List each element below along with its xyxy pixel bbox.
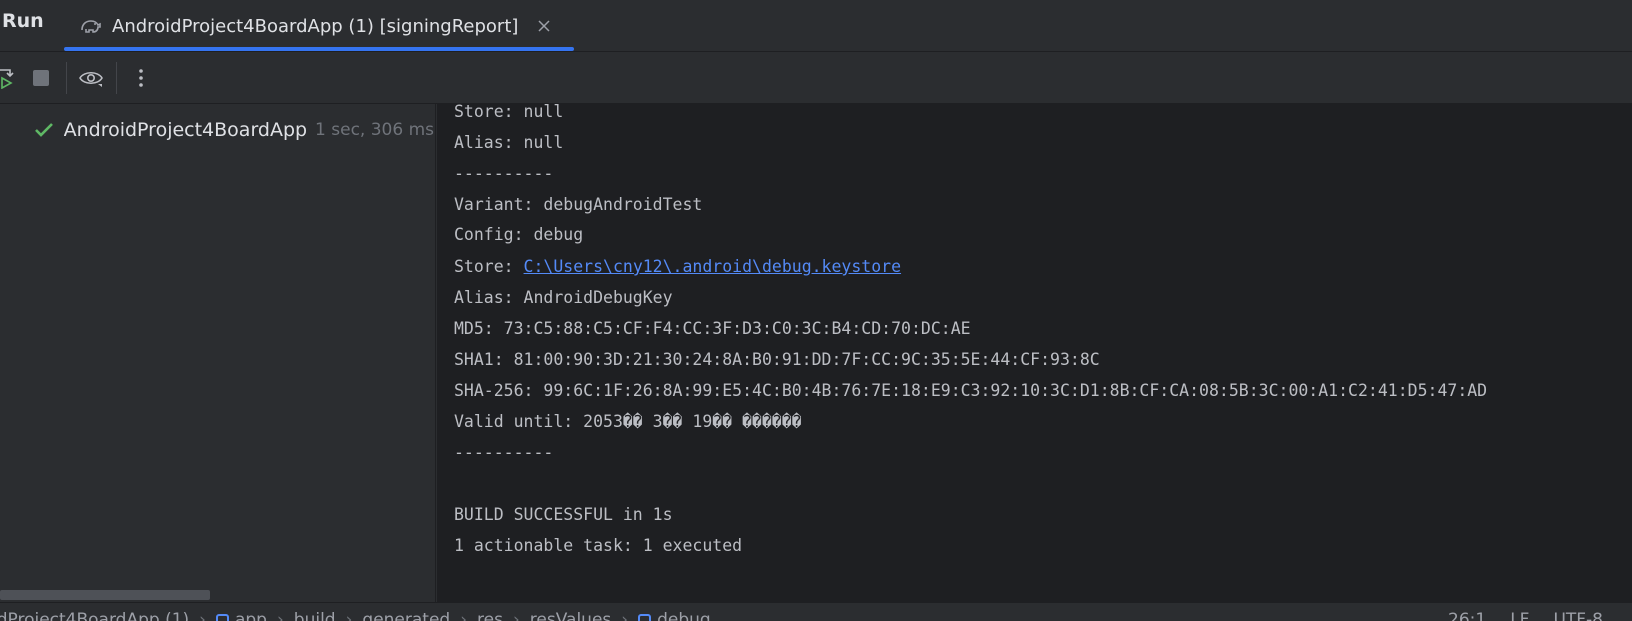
keystore-link[interactable]: C:\Users\cny12\.android\debug.keystore xyxy=(524,257,902,276)
console-line-store: Store: C:\Users\cny12\.android\debug.key… xyxy=(454,256,901,278)
chevron-right-icon: › xyxy=(512,610,520,621)
console-line: MD5: 73:C5:88:C5:CF:F4:CC:3F:D3:C0:3C:B4… xyxy=(454,319,971,338)
breadcrumb-item[interactable]: build xyxy=(294,610,336,621)
status-widgets: 26:1 LF UTF-8 xyxy=(1448,610,1603,621)
tab-bar: Run AndroidProject4BoardApp (1) [signing… xyxy=(0,0,1632,52)
folder-icon xyxy=(638,613,652,621)
stop-icon[interactable] xyxy=(28,65,54,91)
toolbar-separator xyxy=(116,62,117,94)
breadcrumb-item[interactable]: app xyxy=(235,610,267,621)
tab-label: AndroidProject4BoardApp (1) [signingRepo… xyxy=(112,15,519,37)
gradle-elephant-icon xyxy=(80,15,102,37)
console-line: 1 actionable task: 1 executed xyxy=(454,536,743,555)
eye-icon[interactable] xyxy=(78,65,104,91)
store-prefix: Store: xyxy=(454,257,524,276)
horizontal-scrollbar[interactable] xyxy=(0,590,210,600)
console-line: Alias: null xyxy=(454,133,564,152)
caret-position[interactable]: 26:1 xyxy=(1448,610,1486,621)
tree-item-build[interactable]: AndroidProject4BoardApp 1 sec, 306 ms xyxy=(34,117,434,143)
rerun-icon[interactable] xyxy=(0,65,20,91)
chevron-right-icon: › xyxy=(621,610,629,621)
tab-signing-report[interactable]: AndroidProject4BoardApp (1) [signingRepo… xyxy=(64,0,574,52)
console-line: ---------- xyxy=(454,164,554,183)
tree-item-name: AndroidProject4BoardApp xyxy=(63,119,308,141)
breadcrumb-item[interactable]: debug xyxy=(657,610,711,621)
console-line: Store: null xyxy=(454,104,564,121)
console-line: SHA1: 81:00:90:3D:21:30:24:8A:B0:91:DD:7… xyxy=(454,350,1100,369)
console-line: Config: debug xyxy=(454,225,584,244)
console-line: Alias: AndroidDebugKey xyxy=(454,288,673,307)
module-icon xyxy=(215,613,229,621)
console-line: Variant: debugAndroidTest xyxy=(454,195,703,214)
run-toolbar xyxy=(0,52,1632,104)
breadcrumb-item[interactable]: idProject4BoardApp (1) xyxy=(0,610,189,621)
run-tree-panel: AndroidProject4BoardApp 1 sec, 306 ms xyxy=(0,104,436,602)
chevron-right-icon: › xyxy=(276,610,284,621)
active-tab-indicator xyxy=(64,47,574,51)
toolbar-separator xyxy=(66,62,67,94)
breadcrumb-item[interactable]: resValues xyxy=(530,610,611,621)
close-icon[interactable] xyxy=(536,18,552,34)
file-encoding[interactable]: UTF-8 xyxy=(1553,610,1603,621)
console-output[interactable]: Store: null Alias: null ---------- Varia… xyxy=(437,104,1632,602)
console-line: SHA-256: 99:6C:1F:26:8A:99:E5:4C:B0:4B:7… xyxy=(454,381,1488,400)
console-line: ---------- xyxy=(454,443,554,462)
console-line: BUILD SUCCESSFUL in 1s xyxy=(454,505,673,524)
breadcrumb-item[interactable]: res xyxy=(477,610,503,621)
more-vertical-icon[interactable] xyxy=(128,65,154,91)
breadcrumb: idProject4BoardApp (1) › app › build › g… xyxy=(0,610,711,621)
chevron-right-icon: › xyxy=(199,610,206,621)
check-icon xyxy=(34,119,56,141)
breadcrumb-item[interactable]: generated xyxy=(362,610,450,621)
console-line: Valid until: 2053�� 3�� 19�� ������ xyxy=(454,412,802,431)
run-tool-window: Run AndroidProject4BoardApp (1) [signing… xyxy=(0,0,1632,621)
line-separator[interactable]: LF xyxy=(1510,610,1529,621)
chevron-right-icon: › xyxy=(460,610,468,621)
panel-title: Run xyxy=(2,10,44,32)
tree-item-duration: 1 sec, 306 ms xyxy=(315,120,434,140)
chevron-right-icon: › xyxy=(345,610,353,621)
status-bar: idProject4BoardApp (1) › app › build › g… xyxy=(0,602,1632,621)
